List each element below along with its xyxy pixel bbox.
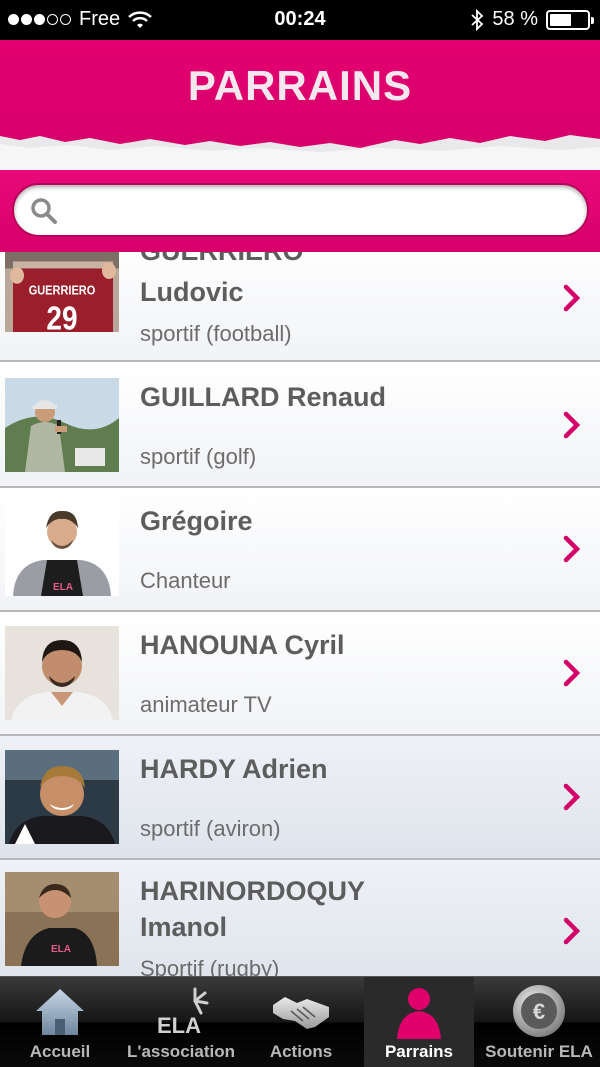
status-right: 58 % xyxy=(470,8,594,31)
chevron-right-icon xyxy=(563,535,581,563)
person-name: Grégoire xyxy=(140,506,253,536)
person-photo xyxy=(5,626,119,720)
tab-association[interactable]: ELA L'association xyxy=(120,977,242,1067)
person-photo: ELA xyxy=(5,502,119,596)
chevron-right-icon xyxy=(563,411,581,439)
battery-level-fill xyxy=(550,13,571,26)
tab-actions[interactable]: Actions xyxy=(242,977,360,1067)
svg-text:€: € xyxy=(533,999,545,1024)
list-item[interactable]: GUERRIERO 29 GUERRIERO Ludovic sportif (… xyxy=(0,252,600,362)
ela-logo-text: ELA xyxy=(157,1013,201,1038)
person-name: HARINORDOQUY xyxy=(140,876,366,906)
bluetooth-icon xyxy=(471,8,484,31)
person-role: sportif (football) xyxy=(140,321,292,346)
tab-bar: Accueil ELA L'association Actions Parrai… xyxy=(0,976,600,1067)
person-name: HANOUNA Cyril xyxy=(140,630,345,660)
shirt-logo: ELA xyxy=(53,582,73,593)
person-name: HARDY Adrien xyxy=(140,754,328,784)
page-title: PARRAINS xyxy=(187,62,413,109)
page-header: PARRAINS xyxy=(0,40,600,170)
sponsors-list: GUERRIERO 29 GUERRIERO Ludovic sportif (… xyxy=(0,252,600,976)
person-role: sportif (aviron) xyxy=(140,816,281,841)
list-item[interactable]: GUILLARD Renaud sportif (golf) xyxy=(0,364,600,488)
jersey-number: 29 xyxy=(46,300,77,332)
battery-icon xyxy=(546,9,594,30)
chevron-right-icon xyxy=(563,284,581,312)
jersey-name: GUERRIERO xyxy=(29,282,96,297)
tab-label: L'association xyxy=(127,1042,235,1061)
chevron-right-icon xyxy=(563,917,581,945)
euro-coin-icon: € xyxy=(513,985,565,1037)
list-item[interactable]: HANOUNA Cyril animateur TV xyxy=(0,612,600,736)
ela-logo-icon: ELA xyxy=(157,987,209,1038)
list-item[interactable]: ELA Grégoire Chanteur xyxy=(0,488,600,612)
person-name: GUILLARD Renaud xyxy=(140,382,386,412)
handshake-icon xyxy=(273,997,329,1029)
person-role: animateur TV xyxy=(140,692,272,717)
list-item[interactable]: HARDY Adrien sportif (aviron) xyxy=(0,736,600,860)
chevron-right-icon xyxy=(563,659,581,687)
tab-label: Accueil xyxy=(29,1042,91,1061)
tab-label: Soutenir ELA xyxy=(485,1042,593,1061)
home-icon xyxy=(36,989,84,1035)
chevron-right-icon xyxy=(563,783,581,811)
tab-label: Actions xyxy=(269,1042,333,1061)
tab-accueil[interactable]: Accueil xyxy=(0,977,120,1067)
person-role: Chanteur xyxy=(140,568,231,593)
person-name: GUERRIERO xyxy=(140,252,304,268)
tab-label: Parrains xyxy=(384,1042,454,1061)
person-photo xyxy=(5,378,119,472)
person-photo xyxy=(5,750,119,844)
torn-paper-decoration xyxy=(0,135,600,170)
person-role: Sportif (rugby) xyxy=(140,956,280,976)
person-icon xyxy=(397,988,441,1039)
battery-percent: 58 % xyxy=(492,8,538,30)
person-name-line2: Imanol xyxy=(140,912,228,942)
tab-parrains[interactable]: Parrains xyxy=(364,977,474,1067)
person-role: sportif (golf) xyxy=(140,444,257,469)
search-input[interactable] xyxy=(70,193,570,229)
person-name-line2: Ludovic xyxy=(140,277,244,307)
shirt-logo: ELA xyxy=(51,944,71,955)
search-icon xyxy=(31,198,57,224)
person-photo: GUERRIERO 29 xyxy=(5,252,119,332)
search-field[interactable] xyxy=(12,183,589,237)
list-item[interactable]: ELA HARINORDOQUY Imanol Sportif (rugby) xyxy=(0,860,600,976)
tab-soutenir[interactable]: € Soutenir ELA xyxy=(478,977,600,1067)
search-bar xyxy=(0,170,600,252)
status-bar: Free 00:24 58 % xyxy=(0,0,600,40)
person-photo: ELA xyxy=(5,872,119,966)
